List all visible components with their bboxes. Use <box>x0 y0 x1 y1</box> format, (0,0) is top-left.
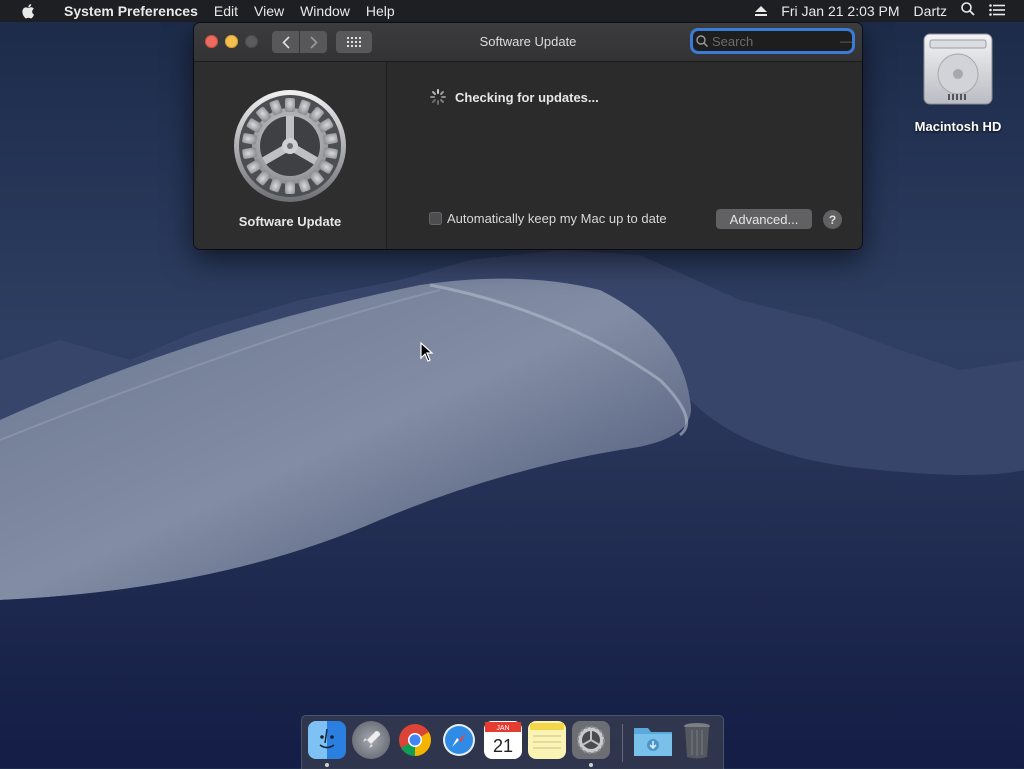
eject-icon[interactable] <box>748 0 774 22</box>
forward-button[interactable] <box>300 31 327 53</box>
clear-search-icon[interactable]: — <box>834 34 852 48</box>
mouse-pointer-icon <box>420 342 434 362</box>
menu-edit[interactable]: Edit <box>206 0 246 22</box>
menu-user[interactable]: Dartz <box>907 0 954 22</box>
help-button[interactable]: ? <box>823 210 842 229</box>
hard-drive-icon <box>923 33 993 105</box>
macintosh-hd-desktop-icon[interactable]: Macintosh HD <box>905 30 1011 134</box>
software-update-content: Checking for updates... Automatically ke… <box>387 62 862 249</box>
close-button[interactable] <box>205 35 218 48</box>
notification-center-icon[interactable] <box>982 0 1012 22</box>
dock: JAN 21 <box>301 715 724 769</box>
finder-icon[interactable] <box>308 721 346 759</box>
chevron-left-icon <box>281 35 290 49</box>
disk-label: Macintosh HD <box>914 119 1002 134</box>
software-update-gear-icon <box>232 88 348 204</box>
calendar-icon[interactable]: JAN 21 <box>484 721 522 759</box>
chevron-right-icon <box>309 35 318 49</box>
trash-icon[interactable] <box>678 721 716 759</box>
calendar-month: JAN <box>496 725 509 732</box>
show-all-button[interactable] <box>336 31 372 53</box>
search-input[interactable] <box>710 32 834 50</box>
auto-update-checkbox[interactable] <box>429 212 442 225</box>
search-field[interactable]: — <box>693 31 852 51</box>
menu-window[interactable]: Window <box>292 0 358 22</box>
finder-running-indicator <box>325 763 329 767</box>
menu-app-name[interactable]: System Preferences <box>56 0 206 22</box>
auto-update-row[interactable]: Automatically keep my Mac up to date <box>429 211 667 226</box>
menu-bar: System Preferences Edit View Window Help… <box>0 0 1024 22</box>
update-status: Checking for updates... <box>429 88 599 106</box>
software-update-sidebar: Software Update <box>194 62 387 249</box>
system-preferences-running-indicator <box>589 763 593 767</box>
auto-update-label[interactable]: Automatically keep my Mac up to date <box>447 211 667 226</box>
software-update-window: Software Update — <box>194 23 862 249</box>
system-preferences-icon[interactable] <box>572 721 610 759</box>
dock-separator <box>622 724 623 762</box>
calendar-day: 21 <box>493 736 513 756</box>
menu-clock[interactable]: Fri Jan 21 2:03 PM <box>774 0 906 22</box>
minimize-button[interactable] <box>225 35 238 48</box>
spotlight-search-icon[interactable] <box>954 0 982 22</box>
search-icon <box>693 35 710 47</box>
apple-menu-icon[interactable] <box>0 3 56 19</box>
advanced-button[interactable]: Advanced... <box>716 209 812 229</box>
safari-icon[interactable] <box>440 721 478 759</box>
launchpad-icon[interactable] <box>352 721 390 759</box>
menu-help[interactable]: Help <box>358 0 403 22</box>
pane-label: Software Update <box>238 214 342 229</box>
notes-icon[interactable] <box>528 721 566 759</box>
window-titlebar[interactable]: Software Update — <box>194 23 862 62</box>
chrome-icon[interactable] <box>396 721 434 759</box>
spinner-icon <box>430 89 446 105</box>
back-button[interactable] <box>272 31 299 53</box>
status-text: Checking for updates... <box>455 89 599 105</box>
grid-icon <box>347 37 361 47</box>
zoom-button <box>245 35 258 48</box>
downloads-folder-icon[interactable] <box>634 721 672 759</box>
menu-view[interactable]: View <box>246 0 292 22</box>
